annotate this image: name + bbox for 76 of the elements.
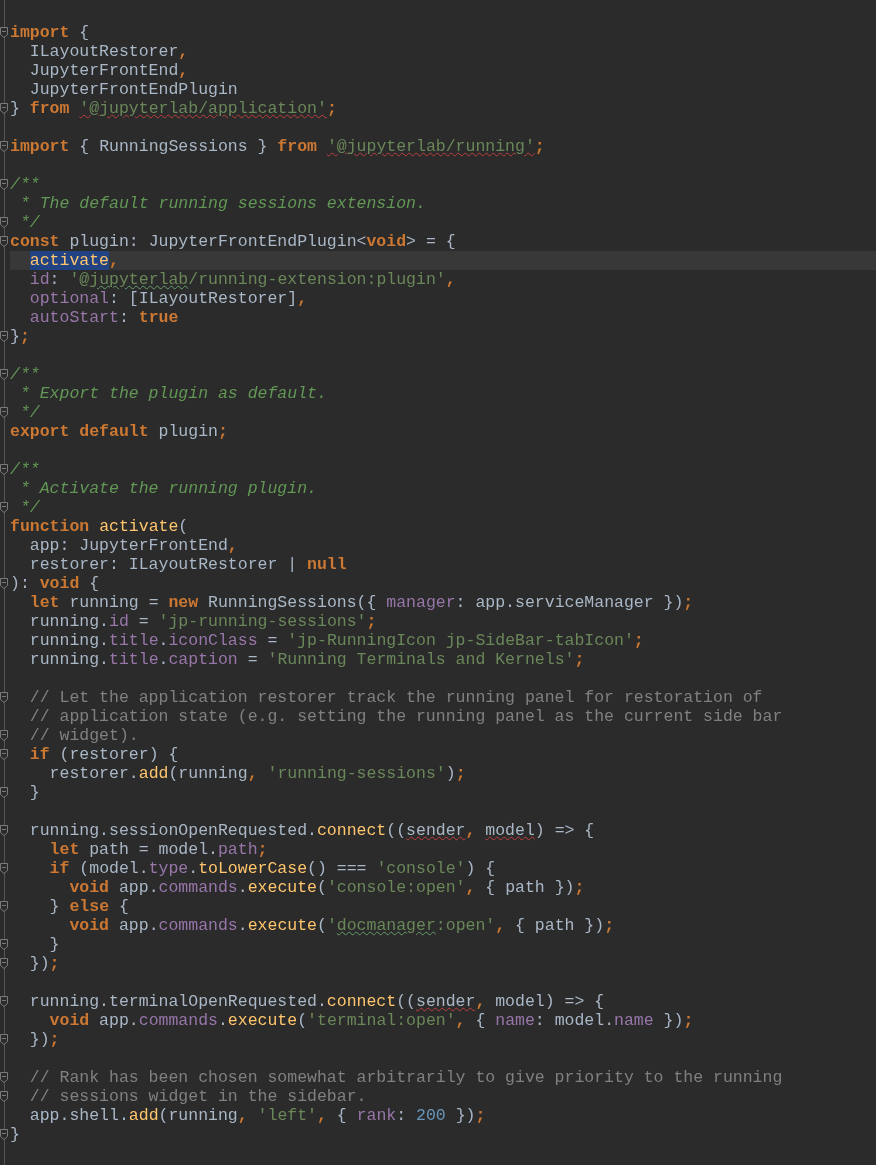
code-line: JupyterFrontEnd, bbox=[28, 61, 190, 80]
fold-icon[interactable] bbox=[0, 217, 8, 228]
fold-icon[interactable] bbox=[0, 692, 8, 703]
fold-icon[interactable] bbox=[0, 141, 8, 152]
code-line: ): void { bbox=[10, 574, 101, 593]
fold-icon[interactable] bbox=[0, 787, 8, 798]
fold-icon[interactable] bbox=[0, 749, 8, 760]
code-line: import { RunningSessions } from '@jupyterlab/running'; bbox=[10, 137, 546, 156]
code-line: running.title.iconClass = 'jp-RunningIcon jp-SideBar-tabIcon'; bbox=[28, 631, 645, 650]
code-line: } from '@jupyterlab/application'; bbox=[10, 99, 338, 118]
fold-icon[interactable] bbox=[0, 331, 8, 342]
fold-icon[interactable] bbox=[0, 369, 8, 380]
code-line: let path = model.path; bbox=[48, 840, 269, 859]
fold-icon[interactable] bbox=[0, 1129, 8, 1140]
fold-icon[interactable] bbox=[0, 578, 8, 589]
fold-icon[interactable] bbox=[0, 901, 8, 912]
code-line: export default plugin; bbox=[10, 422, 229, 441]
code-line: running.id = 'jp-running-sessions'; bbox=[28, 612, 378, 631]
fold-icon[interactable] bbox=[0, 863, 8, 874]
fold-icon[interactable] bbox=[0, 958, 8, 969]
code-line: /** bbox=[10, 365, 41, 384]
code-line: JupyterFrontEndPlugin bbox=[28, 80, 239, 99]
fold-icon[interactable] bbox=[0, 730, 8, 741]
code-line: // Rank has been chosen somewhat arbitrarily to give priority to the running bbox=[28, 1068, 784, 1087]
code-line: // widget). bbox=[28, 726, 140, 745]
fold-icon[interactable] bbox=[0, 103, 8, 114]
fold-icon[interactable] bbox=[0, 236, 8, 247]
code-line: void app.commands.execute('terminal:open', { name: model.name }); bbox=[48, 1011, 695, 1030]
code-line: function activate( bbox=[10, 517, 190, 536]
code-line: optional: [ILayoutRestorer], bbox=[28, 289, 309, 308]
code-line: */ bbox=[18, 213, 41, 232]
code-line: restorer: ILayoutRestorer | null bbox=[28, 555, 348, 574]
code-line: if (restorer) { bbox=[28, 745, 180, 764]
code-line: * Export the plugin as default. bbox=[18, 384, 328, 403]
code-line: const plugin: JupyterFrontEndPlugin<void> = { bbox=[10, 232, 457, 251]
fold-icon[interactable] bbox=[0, 939, 8, 950]
code-line: restorer.add(running, 'running-sessions'); bbox=[48, 764, 467, 783]
fold-icon[interactable] bbox=[0, 996, 8, 1007]
fold-icon[interactable] bbox=[0, 825, 8, 836]
code-line: running.title.caption = 'Running Terminals and Kernels'; bbox=[28, 650, 586, 669]
code-line: app: JupyterFrontEnd, bbox=[28, 536, 239, 555]
code-line: } else { bbox=[48, 897, 130, 916]
code-line: */ bbox=[18, 403, 41, 422]
code-line: }); bbox=[28, 1030, 61, 1049]
code-line: }; bbox=[10, 327, 31, 346]
code-line: // sessions widget in the sidebar. bbox=[28, 1087, 368, 1106]
code-line: let running = new RunningSessions({ manager: app.serviceManager }); bbox=[28, 593, 695, 612]
code-line: } bbox=[28, 783, 41, 802]
code-line: import { bbox=[10, 23, 91, 42]
fold-icon[interactable] bbox=[0, 407, 8, 418]
code-line: */ bbox=[18, 498, 41, 517]
fold-icon[interactable] bbox=[0, 464, 8, 475]
code-line: void app.commands.execute('console:open', { path }); bbox=[68, 878, 586, 897]
fold-icon[interactable] bbox=[0, 502, 8, 513]
fold-icon[interactable] bbox=[0, 1072, 8, 1083]
fold-icon[interactable] bbox=[0, 1091, 8, 1102]
code-line: // Let the application restorer track the running panel for restoration of bbox=[28, 688, 764, 707]
code-line: /** bbox=[10, 460, 41, 479]
fold-icon[interactable] bbox=[0, 27, 8, 38]
code-line: * Activate the running plugin. bbox=[18, 479, 318, 498]
code-line: * The default running sessions extension. bbox=[18, 194, 427, 213]
code-line: app.shell.add(running, 'left', { rank: 200 }); bbox=[28, 1106, 487, 1125]
code-line: id: '@jupyterlab/running-extension:plugin', bbox=[28, 270, 457, 289]
code-line: void app.commands.execute('docmanager:open', { path }); bbox=[68, 916, 616, 935]
code-line: } bbox=[10, 1125, 21, 1144]
code-line: /** bbox=[10, 175, 41, 194]
code-line: }); bbox=[28, 954, 61, 973]
code-line: running.sessionOpenRequested.connect((sender, model) => { bbox=[28, 821, 596, 840]
fold-icon[interactable] bbox=[0, 179, 8, 190]
code-line: running.terminalOpenRequested.connect((sender, model) => { bbox=[28, 992, 606, 1011]
code-line: } bbox=[48, 935, 61, 954]
fold-icon[interactable] bbox=[0, 1034, 8, 1045]
code-line: if (model.type.toLowerCase() === 'console') { bbox=[48, 859, 497, 878]
code-line: // application state (e.g. setting the running panel as the current side bar bbox=[28, 707, 784, 726]
code-line: autoStart: true bbox=[28, 308, 180, 327]
code-line: ILayoutRestorer, bbox=[28, 42, 190, 61]
